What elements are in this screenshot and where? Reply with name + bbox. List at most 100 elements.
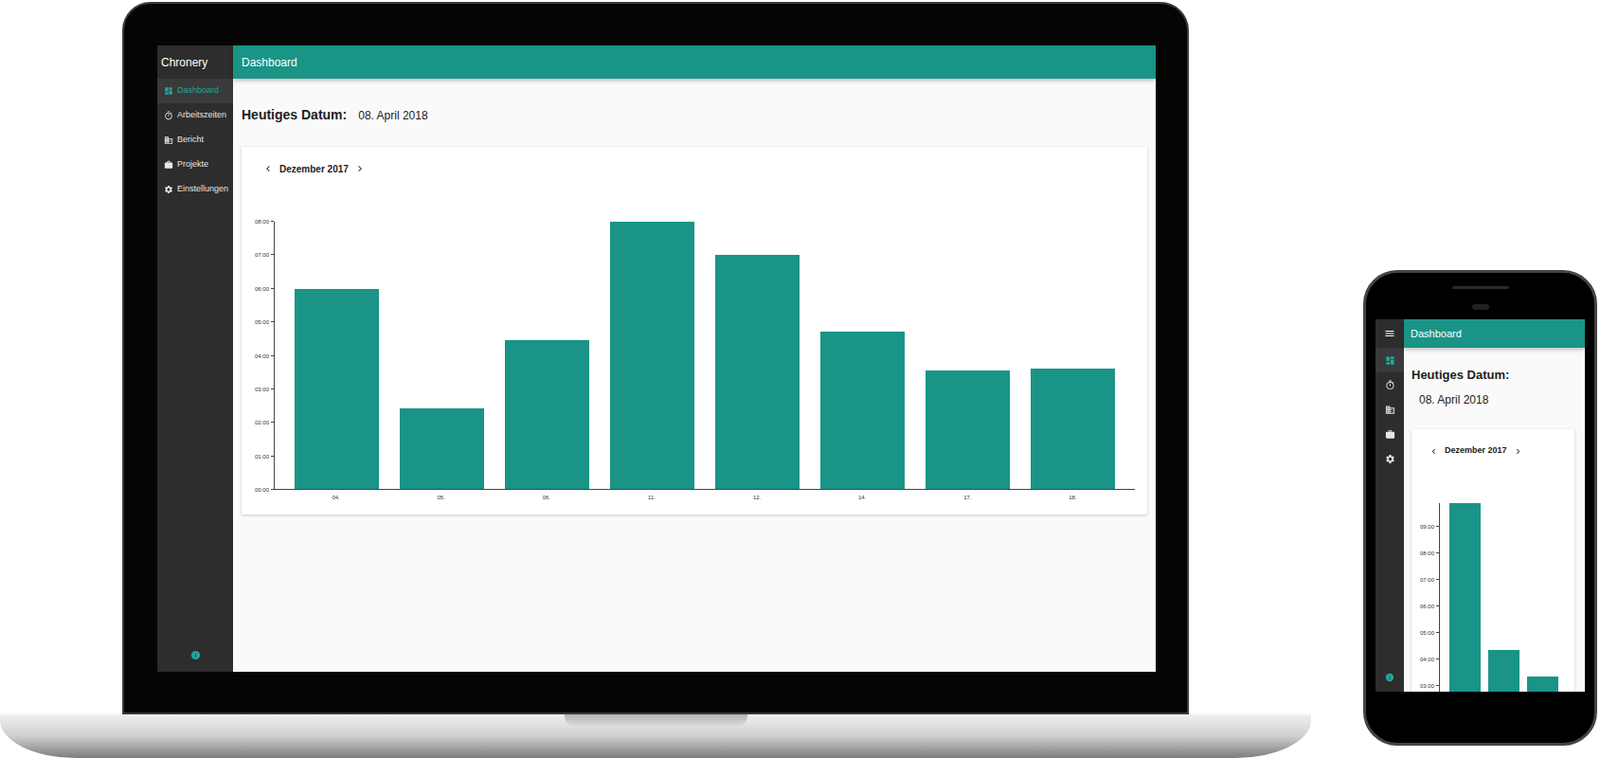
y-tick-label: 04:00 xyxy=(1420,655,1435,664)
rail-item[interactable] xyxy=(1375,446,1404,471)
x-tick-label: 06. xyxy=(493,493,599,502)
building-icon xyxy=(1384,404,1396,415)
rail-item[interactable] xyxy=(1375,372,1404,397)
y-tick-mark xyxy=(1436,525,1439,527)
x-tick-label: 05. xyxy=(388,493,494,502)
laptop-bezel: ChroneryDashboardArbeitszeitenBerichtPro… xyxy=(122,1,1189,715)
y-tick-mark xyxy=(270,488,274,490)
laptop-screen: ChroneryDashboardArbeitszeitenBerichtPro… xyxy=(157,45,1156,672)
bar[interactable] xyxy=(925,370,1010,489)
y-tick-mark xyxy=(270,321,274,323)
bar-slot xyxy=(494,221,600,489)
next-month-button[interactable] xyxy=(1512,446,1524,457)
y-tick-mark xyxy=(270,388,274,390)
date-row: Heutiges Datum:08. April 2018 xyxy=(241,105,1148,126)
bar-slot xyxy=(1527,503,1559,692)
briefcase-icon xyxy=(1384,429,1396,440)
y-tick-mark xyxy=(1436,578,1439,580)
phone-screen: Dashboard Heutiges Datum: 08. April 2018 D… xyxy=(1375,319,1585,692)
info-button[interactable] xyxy=(1375,672,1404,692)
info-button[interactable] xyxy=(157,649,234,672)
bar[interactable] xyxy=(399,408,485,489)
bar-slot xyxy=(1488,503,1520,692)
month-navigation: Dezember 2017 xyxy=(241,146,1148,178)
y-tick-label: 00:00 xyxy=(254,485,270,494)
laptop-base xyxy=(0,714,1312,758)
app-header: Dashboard xyxy=(233,45,1156,79)
rail-item[interactable] xyxy=(1375,347,1404,373)
sidebar-label: Projekte xyxy=(177,158,209,172)
menu-button[interactable] xyxy=(1375,319,1404,348)
sidebar-item[interactable]: Projekte xyxy=(157,152,234,178)
y-tick-label: 08:00 xyxy=(1420,549,1435,558)
month-label: Dezember 2017 xyxy=(279,161,349,177)
phone-top xyxy=(1375,272,1585,320)
sidebar-label: Arbeitszeiten xyxy=(177,108,227,123)
bar[interactable] xyxy=(610,221,695,489)
content-area: Dashboard Heutiges Datum:08. April 2018 D… xyxy=(233,45,1156,672)
chart-card: Dezember 2017 03:00 04:00 05:00 06:00 07:00 08… xyxy=(1411,429,1575,692)
sidebar-item[interactable]: Bericht xyxy=(157,127,234,153)
bar-chart: 03:00 04:00 05:00 06:00 07:00 08:00 09:00 xyxy=(1411,503,1575,692)
x-tick-label: 11. xyxy=(598,493,704,502)
rail-item[interactable] xyxy=(1375,396,1404,422)
app-header: Dashboard xyxy=(1403,319,1585,348)
y-tick-label: 06:00 xyxy=(1420,602,1435,611)
y-tick-label: 09:00 xyxy=(1420,522,1435,531)
previous-month-button[interactable] xyxy=(1428,446,1439,457)
y-tick-label: 03:00 xyxy=(1420,682,1435,690)
phone-content: Dashboard Heutiges Datum: 08. April 2018 D… xyxy=(1403,319,1585,692)
date-label: Heutiges Datum: xyxy=(1411,367,1578,383)
bar[interactable] xyxy=(1527,676,1559,692)
x-tick-label: 14. xyxy=(809,493,916,502)
bar[interactable] xyxy=(820,331,905,489)
rail-item[interactable] xyxy=(1375,421,1404,447)
bar-chart: 00:0001:0002:0003:0004:0005:0006:0007:00… xyxy=(241,221,1148,490)
month-label: Dezember 2017 xyxy=(1444,444,1508,458)
sidebar-item[interactable]: Einstellungen xyxy=(157,177,234,202)
next-month-button[interactable] xyxy=(354,162,366,175)
y-tick-label: 07:00 xyxy=(1420,575,1435,584)
x-tick-label: 18. xyxy=(1020,493,1126,502)
bar[interactable] xyxy=(294,288,379,490)
bar-slot xyxy=(1020,221,1126,489)
bar-slot xyxy=(704,221,810,489)
x-tick-label: 04. xyxy=(283,493,389,502)
bar-slot xyxy=(915,221,1021,489)
bar[interactable] xyxy=(504,340,590,489)
info-icon[interactable] xyxy=(190,649,201,661)
chevron-right-icon xyxy=(1512,446,1524,457)
date-value: 08. April 2018 xyxy=(1411,393,1578,407)
plot-area xyxy=(1438,503,1575,692)
y-tick-mark xyxy=(270,355,274,357)
x-tick-label: 17. xyxy=(915,493,1021,502)
page-title: Dashboard xyxy=(1410,325,1462,342)
bar[interactable] xyxy=(1030,368,1115,489)
y-tick-label: 03:00 xyxy=(254,385,270,394)
chevron-left-icon xyxy=(262,162,274,175)
hamburger-icon xyxy=(1384,327,1396,340)
x-tick-label: 12. xyxy=(704,493,810,502)
y-tick-mark xyxy=(270,220,274,222)
y-axis: 03:00 04:00 05:00 06:00 07:00 08:00 09:00 xyxy=(1411,503,1439,692)
sidebar-item[interactable]: Arbeitszeiten xyxy=(157,103,234,128)
y-tick-label: 08:00 xyxy=(254,217,270,226)
laptop-notch xyxy=(564,714,748,726)
bar[interactable] xyxy=(1449,503,1481,692)
sidebar-label: Dashboard xyxy=(177,84,219,98)
previous-month-button[interactable] xyxy=(262,162,274,175)
chevron-left-icon xyxy=(1428,446,1439,457)
bar-slot xyxy=(809,221,916,489)
gear-icon xyxy=(163,184,174,195)
bar-slot xyxy=(1449,503,1481,692)
sidebar-item[interactable]: Dashboard xyxy=(157,78,234,104)
y-tick-mark xyxy=(1436,605,1439,607)
y-tick-label: 02:00 xyxy=(254,418,270,427)
y-tick-mark xyxy=(1436,631,1439,633)
bar[interactable] xyxy=(715,254,800,489)
dashboard-body: Heutiges Datum:08. April 2018 Dezember 20… xyxy=(233,78,1156,672)
info-icon[interactable] xyxy=(1384,672,1395,683)
y-tick-label: 05:00 xyxy=(1420,629,1435,637)
month-navigation: Dezember 2017 xyxy=(1411,429,1575,460)
bar[interactable] xyxy=(1488,649,1520,692)
